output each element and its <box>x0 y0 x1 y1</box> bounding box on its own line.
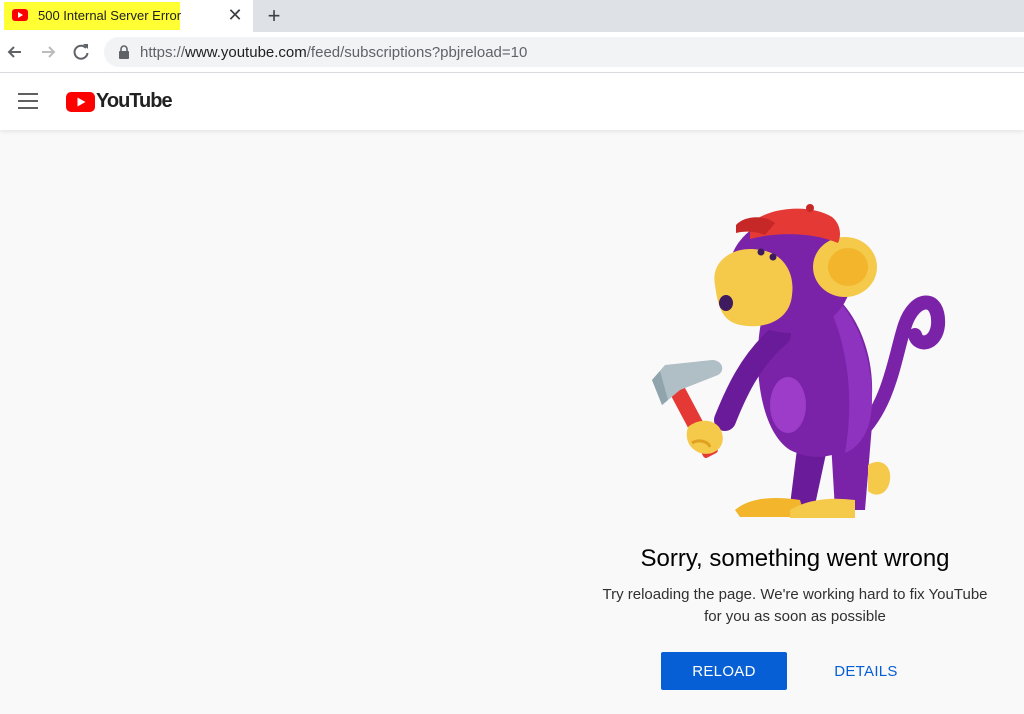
reload-icon[interactable] <box>70 41 92 63</box>
url-scheme: https:// <box>140 44 186 61</box>
error-description: Try reloading the page. We're working ha… <box>600 584 990 628</box>
youtube-masthead: YouTube <box>0 73 1024 130</box>
forward-icon[interactable] <box>37 41 59 63</box>
url-path: /feed/subscriptions?pbjreload=10 <box>306 44 528 61</box>
error-title: Sorry, something went wrong <box>640 545 950 572</box>
menu-icon[interactable] <box>18 93 40 109</box>
reload-button[interactable]: RELOAD <box>661 652 787 690</box>
details-button[interactable]: DETAILS <box>820 652 912 690</box>
browser-toolbar: https://www.youtube.com/feed/subscriptio… <box>0 32 1024 73</box>
back-icon[interactable] <box>4 41 26 63</box>
monkey-with-hammer-illustration <box>652 204 946 518</box>
url-text[interactable]: https://www.youtube.com/feed/subscriptio… <box>140 44 527 61</box>
logo-text: YouTube <box>96 90 173 112</box>
error-description-line2: for you as soon as possible <box>704 608 886 625</box>
lock-icon[interactable] <box>118 45 130 59</box>
address-bar[interactable]: https://www.youtube.com/feed/subscriptio… <box>104 37 1024 67</box>
tab-title: 500 Internal Server Error <box>38 8 182 23</box>
youtube-icon <box>12 9 28 21</box>
error-description-line1: Try reloading the page. We're working ha… <box>602 586 988 603</box>
browser-tab[interactable]: 500 Internal Server Error ✕ <box>0 0 253 32</box>
youtube-play-icon <box>66 92 95 112</box>
new-tab-icon[interactable]: + <box>263 5 285 27</box>
tab-strip: 500 Internal Server Error ✕ + <box>0 0 1024 32</box>
close-tab-icon[interactable]: ✕ <box>226 6 244 24</box>
url-host: www.youtube.com <box>185 44 307 61</box>
